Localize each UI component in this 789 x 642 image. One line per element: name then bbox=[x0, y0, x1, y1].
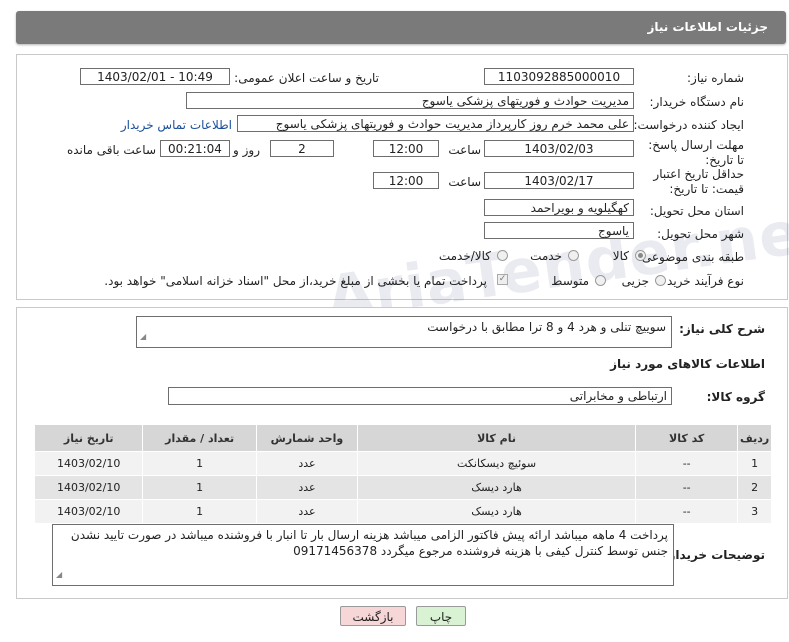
row-qty: 1 bbox=[142, 451, 257, 476]
row-name: هارد دیسک bbox=[357, 499, 637, 524]
category-radio-goods[interactable] bbox=[635, 250, 646, 261]
province-field: کهگیلویه و بویراحمد bbox=[484, 199, 634, 216]
category-radio-service[interactable] bbox=[568, 250, 579, 261]
buyer-notes-field[interactable]: پرداخت 4 ماهه میباشد ارائه پیش فاکتور ال… bbox=[52, 524, 674, 586]
treasury-note: پرداخت تمام یا بخشی از مبلغ خرید،از محل … bbox=[104, 274, 487, 288]
resize-grip-icon: ◢ bbox=[140, 332, 147, 341]
row-code: -- bbox=[635, 475, 739, 500]
announce-label: تاریخ و ساعت اعلان عمومی: bbox=[234, 71, 379, 85]
remaining-time-field: 00:21:04 bbox=[160, 140, 230, 157]
print-button[interactable]: چاپ bbox=[416, 606, 466, 626]
page-title: جزئیات اطلاعات نیاز bbox=[647, 20, 768, 34]
goods-section-title: اطلاعات کالاهای مورد نیاز bbox=[610, 357, 765, 371]
row-index: 2 bbox=[737, 475, 772, 500]
creator-field: علی محمد خرم روز کارپرداز مدیریت حوادث و… bbox=[237, 115, 634, 132]
days-field: 2 bbox=[270, 140, 334, 157]
reply-date-field: 1403/02/03 bbox=[484, 140, 634, 157]
process-radio-minor[interactable] bbox=[655, 275, 666, 286]
city-label: شهر محل تحویل: bbox=[657, 227, 744, 241]
table-row: 1 -- سوئیچ دیسکانکت عدد 1 1403/02/10 bbox=[33, 451, 772, 476]
col-name: نام کالا bbox=[357, 424, 637, 452]
category-option-both: کالا/خدمت bbox=[438, 249, 491, 263]
buyer-notes-text: پرداخت 4 ماهه میباشد ارائه پیش فاکتور ال… bbox=[70, 528, 668, 558]
validity-text: حداقل تاریخ اعتبار قیمت: تا تاریخ: bbox=[653, 167, 744, 196]
process-option-minor: جزیی bbox=[621, 274, 649, 288]
description-field[interactable]: سوییچ تنلی و هرد 4 و 8 ترا مطابق با درخو… bbox=[136, 316, 672, 348]
goods-table: ردیف کد کالا نام کالا واحد شمارش تعداد /… bbox=[33, 424, 772, 524]
row-date: 1403/02/10 bbox=[33, 451, 144, 476]
reply-time-label: ساعت bbox=[448, 143, 481, 157]
row-name: هارد دیسک bbox=[357, 475, 637, 500]
city-field: یاسوج bbox=[484, 222, 634, 239]
col-date: تاریخ نیاز bbox=[33, 424, 144, 452]
col-unit: واحد شمارش bbox=[255, 424, 359, 452]
category-option-goods: کالا bbox=[612, 249, 629, 263]
description-label: شرح کلی نیاز: bbox=[679, 322, 765, 336]
row-code: -- bbox=[635, 499, 739, 524]
announce-field: 1403/02/01 - 10:49 bbox=[80, 68, 230, 85]
category-option-service: خدمت bbox=[530, 249, 562, 263]
back-button[interactable]: بازگشت bbox=[340, 606, 406, 626]
table-row: 3 -- هارد دیسک عدد 1 1403/02/10 bbox=[33, 499, 772, 524]
creator-label: ایجاد کننده درخواست: bbox=[633, 118, 744, 132]
row-qty: 1 bbox=[142, 475, 257, 500]
row-qty: 1 bbox=[142, 499, 257, 524]
buyer-org-label: نام دستگاه خریدار: bbox=[649, 95, 745, 109]
validity-time-field: 12:00 bbox=[373, 172, 439, 189]
validity-date-field: 1403/02/17 bbox=[484, 172, 634, 189]
need-number-field: 1103092885000010 bbox=[484, 68, 634, 85]
row-unit: عدد bbox=[255, 451, 359, 476]
col-index: ردیف bbox=[737, 424, 772, 452]
col-code: کد کالا bbox=[635, 424, 739, 452]
reply-time-field: 12:00 bbox=[373, 140, 439, 157]
treasury-checkbox[interactable]: ✓ bbox=[497, 274, 508, 285]
row-date: 1403/02/10 bbox=[33, 475, 144, 500]
need-number-label: شماره نیاز: bbox=[687, 71, 744, 85]
days-label: روز و bbox=[233, 143, 260, 157]
goods-table-header: ردیف کد کالا نام کالا واحد شمارش تعداد /… bbox=[33, 424, 772, 452]
row-index: 1 bbox=[737, 451, 772, 476]
page-header: جزئیات اطلاعات نیاز bbox=[16, 11, 786, 44]
row-date: 1403/02/10 bbox=[33, 499, 144, 524]
remaining-label: ساعت باقی مانده bbox=[66, 143, 156, 157]
reply-deadline-label: مهلت ارسال پاسخ: تا تاریخ: bbox=[644, 138, 744, 168]
row-name: سوئیچ دیسکانکت bbox=[357, 451, 637, 476]
col-qty: تعداد / مقدار bbox=[142, 424, 257, 452]
reply-deadline-text: مهلت ارسال پاسخ: تا تاریخ: bbox=[648, 138, 744, 167]
row-unit: عدد bbox=[255, 475, 359, 500]
row-code: -- bbox=[635, 451, 739, 476]
category-radio-both[interactable] bbox=[497, 250, 508, 261]
buyer-org-field: مدیریت حوادث و فوریتهای پزشکی یاسوج bbox=[186, 92, 634, 109]
description-text: سوییچ تنلی و هرد 4 و 8 ترا مطابق با درخو… bbox=[427, 320, 666, 334]
row-index: 3 bbox=[737, 499, 772, 524]
validity-label: حداقل تاریخ اعتبار قیمت: تا تاریخ: bbox=[634, 167, 744, 197]
buyer-contact-link[interactable]: اطلاعات تماس خریدار bbox=[121, 118, 232, 132]
goods-group-field: ارتباطی و مخابراتی bbox=[168, 387, 672, 405]
buyer-notes-label: توضیحات خریدار: bbox=[663, 548, 765, 562]
province-label: استان محل تحویل: bbox=[649, 204, 744, 218]
process-radio-medium[interactable] bbox=[595, 275, 606, 286]
resize-grip-icon: ◢ bbox=[56, 570, 63, 579]
table-row: 2 -- هارد دیسک عدد 1 1403/02/10 bbox=[33, 475, 772, 500]
row-unit: عدد bbox=[255, 499, 359, 524]
process-label: نوع فرآیند خرید : bbox=[659, 274, 744, 288]
category-label: طبقه بندی موضوعی: bbox=[637, 250, 744, 264]
goods-group-label: گروه کالا: bbox=[706, 390, 765, 404]
process-option-medium: متوسط bbox=[551, 274, 589, 288]
validity-time-label: ساعت bbox=[448, 175, 481, 189]
